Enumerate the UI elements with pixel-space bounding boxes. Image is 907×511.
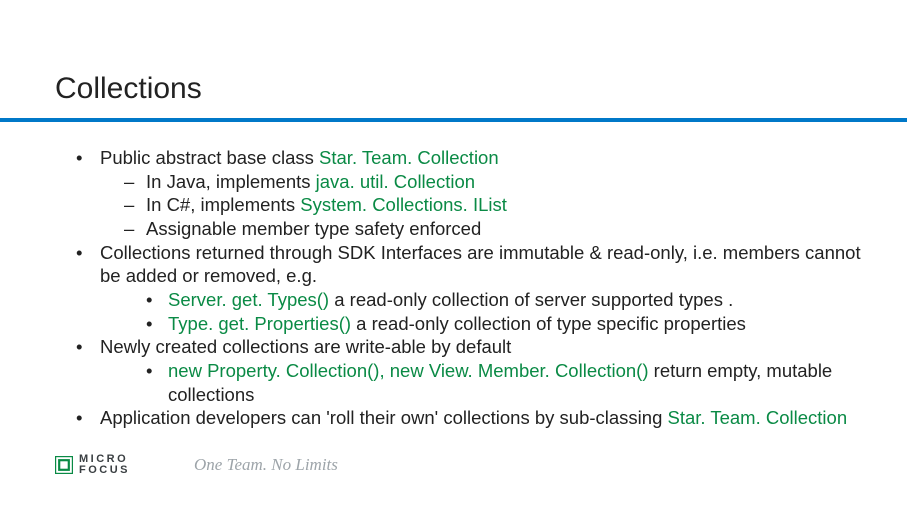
text-run: Collections returned through SDK Interfa…	[100, 242, 861, 287]
sub-list-dot: Server. get. Types() a read-only collect…	[100, 288, 862, 335]
sub-item: Server. get. Types() a read-only collect…	[146, 288, 862, 312]
microfocus-logo: MICRO FOCUS	[55, 454, 130, 477]
slide-content: Public abstract base class Star. Team. C…	[72, 146, 862, 430]
text-run: a read-only collection of server support…	[334, 289, 733, 310]
sub-list-dash: In Java, implements java. util. Collecti…	[100, 170, 862, 241]
sub-item: In C#, implements System. Collections. I…	[124, 193, 862, 217]
sub-item: In Java, implements java. util. Collecti…	[124, 170, 862, 194]
text-run: Application developers can 'roll their o…	[100, 407, 668, 428]
text-run: a read-only collection of type specific …	[356, 313, 746, 334]
text-run: Newly created collections are write-able…	[100, 336, 511, 357]
text-run: Star. Team. Collection	[319, 147, 499, 168]
slide-title: Collections	[55, 72, 202, 106]
text-run: Public abstract base class	[100, 147, 319, 168]
sub-item: new Property. Collection(), new View. Me…	[146, 359, 862, 406]
text-run: In Java, implements	[146, 171, 316, 192]
text-run: In C#, implements	[146, 194, 300, 215]
text-run: System. Collections. IList	[300, 194, 507, 215]
sub-list-dot: new Property. Collection(), new View. Me…	[100, 359, 862, 406]
text-run: Type. get. Properties()	[168, 313, 356, 334]
bullet-list: Public abstract base class Star. Team. C…	[72, 146, 862, 430]
bullet-item: Newly created collections are write-able…	[72, 335, 862, 406]
logo-icon	[55, 456, 73, 474]
text-run: new Property. Collection(), new View. Me…	[168, 360, 654, 381]
tagline: One Team. No Limits	[194, 455, 338, 475]
sub-item: Assignable member type safety enforced	[124, 217, 862, 241]
title-rule	[0, 118, 907, 122]
footer: MICRO FOCUS One Team. No Limits	[55, 454, 338, 477]
text-run: java. util. Collection	[316, 171, 475, 192]
logo-line2: FOCUS	[79, 465, 130, 477]
sub-item: Type. get. Properties() a read-only coll…	[146, 312, 862, 336]
bullet-item: Collections returned through SDK Interfa…	[72, 241, 862, 336]
logo-text: MICRO FOCUS	[79, 454, 130, 477]
slide: Collections Public abstract base class S…	[0, 0, 907, 511]
bullet-item: Application developers can 'roll their o…	[72, 406, 862, 430]
text-run: Assignable member type safety enforced	[146, 218, 481, 239]
bullet-item: Public abstract base class Star. Team. C…	[72, 146, 862, 241]
text-run: Star. Team. Collection	[668, 407, 848, 428]
text-run: Server. get. Types()	[168, 289, 334, 310]
